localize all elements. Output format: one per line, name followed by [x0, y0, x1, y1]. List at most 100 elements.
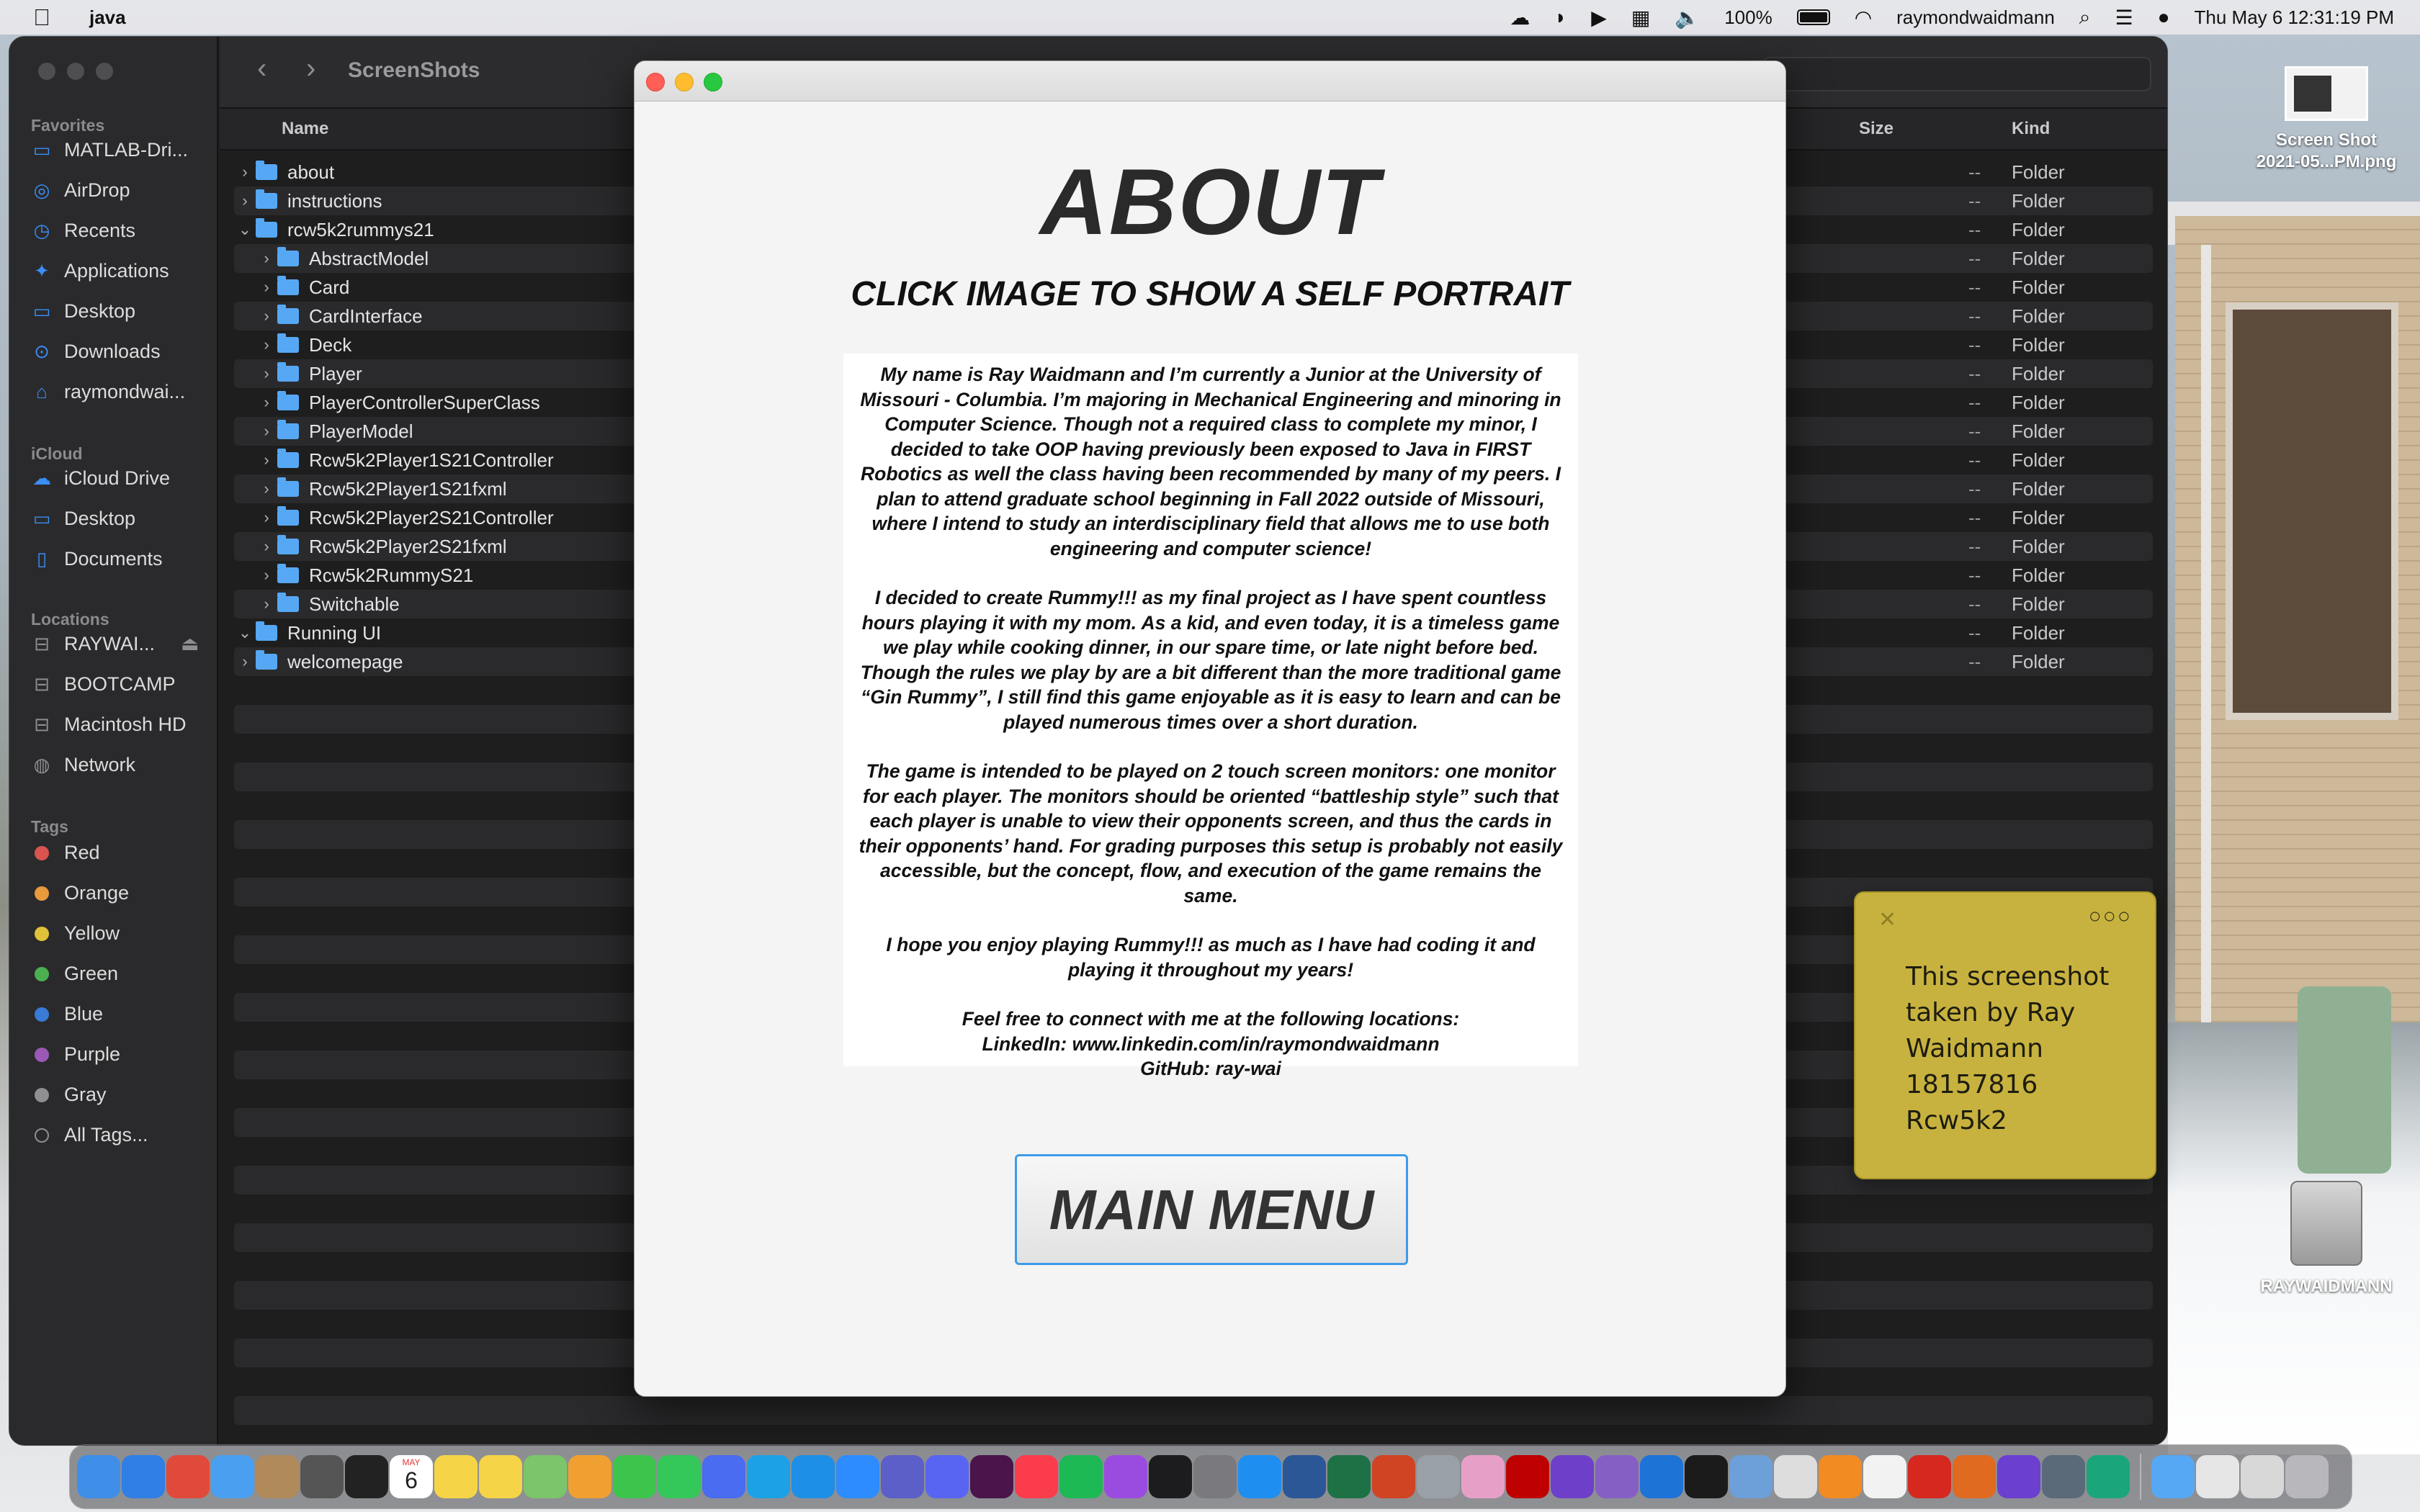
virtualbox-icon[interactable]: [1729, 1455, 1773, 1498]
scenebuilder-icon[interactable]: [1774, 1455, 1817, 1498]
search-input[interactable]: [1762, 57, 2151, 91]
github-desktop-icon[interactable]: [1551, 1455, 1594, 1498]
more-options-icon[interactable]: ○○○: [2089, 904, 2132, 929]
apple-menu-icon[interactable]: : [20, 4, 63, 31]
sidebar-tag-green[interactable]: Green: [31, 963, 118, 985]
spotify-icon[interactable]: [1059, 1455, 1103, 1498]
chevron-right-icon[interactable]: ›: [256, 249, 277, 268]
documents-stack-icon[interactable]: [2241, 1455, 2284, 1498]
main-menu-button[interactable]: MAIN MENU: [1015, 1154, 1408, 1265]
siri-icon[interactable]: ●: [2158, 6, 2170, 29]
sidebar-item-recents[interactable]: ◷ Recents: [31, 220, 135, 242]
apple-tv-icon[interactable]: [1149, 1455, 1192, 1498]
creative-cloud-icon[interactable]: ☁: [1510, 6, 1530, 30]
chevron-right-icon[interactable]: ›: [256, 595, 277, 613]
folder-icon[interactable]: [2151, 1455, 2195, 1498]
clock[interactable]: Thu May 6 12:31:19 PM: [2195, 6, 2394, 29]
user-name[interactable]: raymondwaidmann: [1896, 6, 2055, 29]
chevron-right-icon[interactable]: ›: [256, 508, 277, 527]
battery-icon[interactable]: [1796, 9, 1830, 25]
xcode-icon[interactable]: [1640, 1455, 1683, 1498]
acrobat-icon[interactable]: [1908, 1455, 1951, 1498]
spotlight-icon[interactable]: ⌕: [2079, 6, 2091, 30]
teams-icon[interactable]: [881, 1455, 924, 1498]
forward-chevron-icon[interactable]: ›: [306, 53, 315, 85]
safari-icon[interactable]: [122, 1455, 165, 1498]
podcasts-icon[interactable]: [1104, 1455, 1147, 1498]
self-portrait-hint[interactable]: CLICK IMAGE TO SHOW A SELF PORTRAIT: [635, 274, 1785, 314]
powerpoint-icon[interactable]: [1372, 1455, 1415, 1498]
matlab-icon[interactable]: [1953, 1455, 1996, 1498]
anonymous-icon[interactable]: ◗: [1554, 6, 1567, 29]
textedit-icon[interactable]: [1863, 1455, 1906, 1498]
calendar-icon[interactable]: MAY 6: [390, 1455, 433, 1498]
window-manager-icon[interactable]: ▦: [1631, 6, 1650, 30]
sidebar-tag-yellow[interactable]: Yellow: [31, 922, 120, 945]
brain-app-icon[interactable]: [2087, 1455, 2130, 1498]
chevron-right-icon[interactable]: ›: [234, 192, 256, 210]
messenger-icon[interactable]: [702, 1455, 745, 1498]
sidebar-item-matlab-drive[interactable]: ▭ MATLAB-Dri...: [31, 139, 188, 161]
sidebar-item-downloads[interactable]: ⊙ Downloads: [31, 341, 160, 363]
close-button[interactable]: [38, 63, 55, 80]
chevron-right-icon[interactable]: ›: [256, 336, 277, 354]
wifi-icon[interactable]: ◠: [1855, 6, 1872, 30]
sidebar-tag-alltags[interactable]: All Tags...: [31, 1124, 148, 1146]
chevron-right-icon[interactable]: ›: [234, 652, 256, 671]
sidebar-item-macintosh-hd[interactable]: ⊟ Macintosh HD: [31, 714, 186, 736]
screenshot-utility-icon[interactable]: [2042, 1455, 2085, 1498]
music-icon[interactable]: [1015, 1455, 1058, 1498]
calculator-icon[interactable]: [300, 1455, 344, 1498]
chevron-right-icon[interactable]: ›: [256, 566, 277, 585]
sidebar-item-home[interactable]: ⌂ raymondwai...: [31, 381, 185, 403]
mail-icon[interactable]: [211, 1455, 254, 1498]
discord-icon[interactable]: [926, 1455, 969, 1498]
sidebar-item-icloud-drive[interactable]: ☁ iCloud Drive: [31, 467, 170, 490]
eject-icon[interactable]: ⏏: [181, 633, 200, 655]
skype-icon[interactable]: [747, 1455, 790, 1498]
chevron-right-icon[interactable]: ›: [234, 163, 256, 181]
chrome-icon[interactable]: [166, 1455, 210, 1498]
zoom-icon[interactable]: [836, 1455, 879, 1498]
visual-studio-icon[interactable]: [1595, 1455, 1639, 1498]
column-name[interactable]: Name: [282, 119, 328, 139]
sticky-note-text[interactable]: This screenshot taken by Ray Waidmann 18…: [1906, 959, 2136, 1139]
filezilla-icon[interactable]: [1506, 1455, 1549, 1498]
excel-icon[interactable]: [1327, 1455, 1371, 1498]
minimize-button[interactable]: [675, 73, 694, 91]
sidebar-item-documents[interactable]: ▯ Documents: [31, 548, 163, 570]
sticky-note[interactable]: ✕ ○○○ This screenshot taken by Ray Waidm…: [1854, 891, 2156, 1179]
sidebar-item-network[interactable]: ◍ Network: [31, 754, 135, 776]
sidebar-tag-gray[interactable]: Gray: [31, 1084, 107, 1106]
sidebar-item-desktop[interactable]: ▭ Desktop: [31, 300, 135, 323]
sidebar-item-airdrop[interactable]: ◎ AirDrop: [31, 179, 130, 202]
back-chevron-icon[interactable]: ‹: [257, 53, 266, 85]
trash-icon[interactable]: [2285, 1455, 2329, 1498]
sidebar-tag-purple[interactable]: Purple: [31, 1043, 120, 1066]
slack-icon[interactable]: [970, 1455, 1013, 1498]
chevron-right-icon[interactable]: ›: [256, 537, 277, 556]
messages-icon[interactable]: [613, 1455, 656, 1498]
control-center-icon[interactable]: ☰: [2115, 6, 2133, 30]
sidebar-item-bootcamp[interactable]: ⊟ BOOTCAMP: [31, 673, 175, 696]
chevron-right-icon[interactable]: ›: [256, 480, 277, 498]
notes-icon[interactable]: [434, 1455, 478, 1498]
chevron-down-icon[interactable]: ⌄: [234, 624, 256, 642]
chevron-right-icon[interactable]: ›: [256, 393, 277, 412]
zoom-button[interactable]: [96, 63, 113, 80]
column-kind[interactable]: Kind: [2012, 119, 2050, 139]
contacts-icon[interactable]: [256, 1455, 299, 1498]
chevron-right-icon[interactable]: ›: [256, 278, 277, 297]
terminal-icon[interactable]: [1685, 1455, 1728, 1498]
desktop-external-drive[interactable]: RAYWAIDMANN: [2240, 1181, 2413, 1297]
skype-business-icon[interactable]: [792, 1455, 835, 1498]
maps-icon[interactable]: [524, 1455, 567, 1498]
play-icon[interactable]: ▶: [1591, 6, 1607, 30]
sublime-icon[interactable]: [1819, 1455, 1862, 1498]
photos-icon[interactable]: [568, 1455, 611, 1498]
chevron-down-icon[interactable]: ⌄: [234, 220, 256, 239]
desktop-screenshot-file[interactable]: Screen Shot 2021-05...PM.png: [2240, 66, 2413, 173]
sidebar-item-icloud-desktop[interactable]: ▭ Desktop: [31, 508, 135, 530]
chevron-right-icon[interactable]: ›: [256, 451, 277, 469]
app-store-icon[interactable]: [1238, 1455, 1281, 1498]
